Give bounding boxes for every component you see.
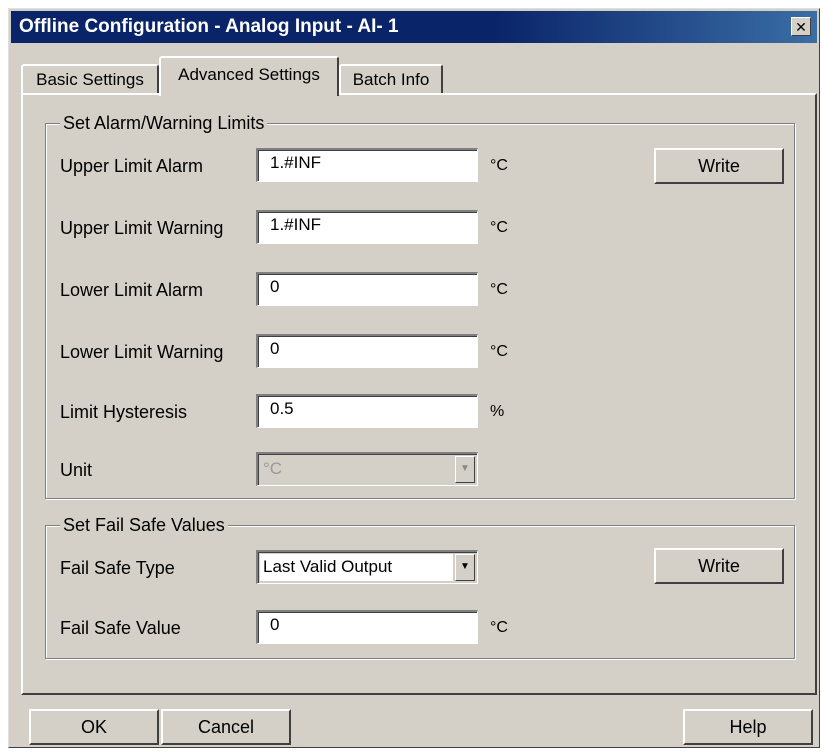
fail-safe-group: Set Fail Safe Values Fail Safe Type Last… xyxy=(45,514,795,659)
group-title: Set Fail Safe Values xyxy=(60,514,228,536)
unit-select-value: °C xyxy=(263,459,283,478)
lower-limit-alarm-label: Lower Limit Alarm xyxy=(60,280,204,300)
unit-select-label: Unit xyxy=(60,460,93,480)
lower-limit-alarm-field[interactable]: 0 xyxy=(256,272,478,306)
fail-safe-value-label: Fail Safe Value xyxy=(60,618,181,638)
unit-label: °C xyxy=(490,281,508,298)
fail-safe-type-value: Last Valid Output xyxy=(260,554,453,581)
help-button[interactable]: Help xyxy=(683,709,813,745)
fail-safe-type-select[interactable]: Last Valid Output ▼ xyxy=(256,550,478,584)
upper-limit-warning-label: Upper Limit Warning xyxy=(60,218,224,238)
unit-label: °C xyxy=(490,343,508,360)
upper-limit-alarm-field[interactable]: 1.#INF xyxy=(256,148,478,182)
ok-button[interactable]: OK xyxy=(29,709,159,745)
write-alarm-button[interactable]: Write xyxy=(654,148,784,184)
title-bar: Offline Configuration - Analog Input - A… xyxy=(11,11,817,43)
upper-limit-warning-field[interactable]: 1.#INF xyxy=(256,210,478,244)
lower-limit-warning-label: Lower Limit Warning xyxy=(60,342,224,362)
chevron-down-icon[interactable]: ▼ xyxy=(455,554,475,581)
write-fail-safe-button[interactable]: Write xyxy=(654,548,784,584)
alarm-limits-group: Set Alarm/Warning Limits Upper Limit Ala… xyxy=(45,112,795,499)
chevron-down-icon[interactable]: ▼ xyxy=(455,456,475,483)
close-icon[interactable]: ✕ xyxy=(791,17,811,36)
unit-select[interactable]: °C ▼ xyxy=(256,452,478,486)
group-title: Set Alarm/Warning Limits xyxy=(60,112,268,134)
window-title: Offline Configuration - Analog Input - A… xyxy=(19,16,399,37)
tab-advanced-settings[interactable]: Advanced Settings xyxy=(159,56,339,96)
upper-limit-alarm-label: Upper Limit Alarm xyxy=(60,156,204,176)
fail-safe-value-field[interactable]: 0 xyxy=(256,610,478,644)
unit-label: °C xyxy=(490,219,508,236)
unit-label: % xyxy=(490,403,505,420)
tab-batch-info[interactable]: Batch Info xyxy=(339,64,443,94)
cancel-button[interactable]: Cancel xyxy=(161,709,291,745)
fail-safe-type-label: Fail Safe Type xyxy=(60,558,175,578)
lower-limit-warning-field[interactable]: 0 xyxy=(256,334,478,368)
limit-hysteresis-field[interactable]: 0.5 xyxy=(256,394,478,428)
limit-hysteresis-label: Limit Hysteresis xyxy=(60,402,188,422)
offline-configuration-dialog: Offline Configuration - Analog Input - A… xyxy=(8,8,820,748)
unit-label: °C xyxy=(490,619,508,636)
tab-basic-settings[interactable]: Basic Settings xyxy=(21,64,159,94)
advanced-settings-panel: Set Alarm/Warning Limits Upper Limit Ala… xyxy=(21,93,817,695)
unit-label: °C xyxy=(490,157,508,174)
